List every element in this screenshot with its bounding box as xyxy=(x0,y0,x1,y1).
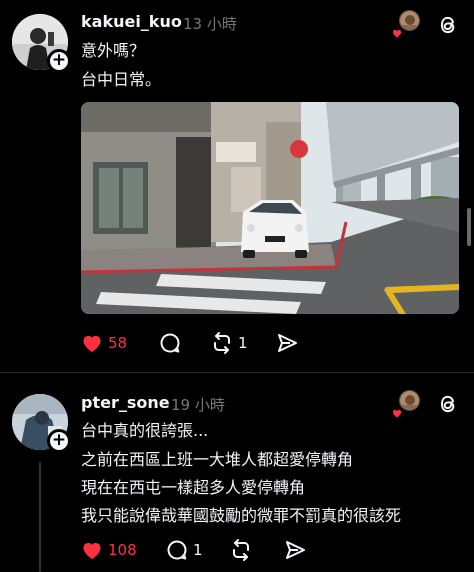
repost-count: 1 xyxy=(238,334,248,352)
share-icon xyxy=(286,541,305,559)
like-button[interactable]: 58 xyxy=(80,331,127,355)
comment-icon xyxy=(167,540,187,560)
thread-connector-line xyxy=(39,462,41,572)
scrollbar[interactable] xyxy=(467,208,471,246)
repost-button[interactable] xyxy=(229,538,253,562)
username[interactable]: pter_sone xyxy=(81,393,170,412)
comment-button[interactable] xyxy=(158,331,182,355)
post-text-line: 我只能說偉哉華國鼓勵的微罪不罰真的很該死 xyxy=(81,506,402,525)
threads-logo-icon[interactable] xyxy=(436,13,460,37)
liked-heart-icon xyxy=(391,28,403,39)
threads-logo-icon[interactable] xyxy=(436,392,460,416)
post-text-line: 台中真的很誇張... xyxy=(81,421,209,440)
repost-icon xyxy=(233,539,249,561)
post-kakuei-kuo: + kakuei_kuo 13 小時 意外嗎？ 台中日常。 58 1 xyxy=(0,0,474,372)
liker-avatar[interactable] xyxy=(390,390,420,420)
like-count: 58 xyxy=(108,334,128,352)
comment-button[interactable]: 1 xyxy=(165,538,203,562)
like-count: 108 xyxy=(108,541,137,559)
repost-icon xyxy=(214,332,230,354)
post-text-line: 意外嗎？ xyxy=(81,41,146,60)
username[interactable]: kakuei_kuo xyxy=(81,12,182,31)
post-text-line: 之前在西區上班一大堆人都超愛停轉角 xyxy=(81,450,354,469)
share-button[interactable] xyxy=(283,538,307,562)
comment-count: 1 xyxy=(193,541,203,559)
repost-button[interactable]: 1 xyxy=(210,331,248,355)
like-button[interactable]: 108 xyxy=(80,538,137,562)
post-text-line: 現在在西屯一樣超多人愛停轉角 xyxy=(81,478,306,497)
share-button[interactable] xyxy=(275,331,299,355)
follow-plus-button[interactable]: + xyxy=(47,429,71,453)
heart-icon xyxy=(83,335,101,352)
post-photo[interactable] xyxy=(81,102,459,314)
post-text-line: 台中日常。 xyxy=(81,70,162,89)
liked-heart-icon xyxy=(391,408,403,419)
timestamp: 13 小時 xyxy=(183,15,237,33)
liker-avatar[interactable] xyxy=(390,10,420,40)
heart-icon xyxy=(83,542,101,559)
post-pter-sone: + pter_sone 19 小時 台中真的很誇張... 之前在西區上班一大堆人… xyxy=(0,372,474,572)
comment-icon xyxy=(160,333,180,353)
share-icon xyxy=(278,334,297,352)
follow-plus-button[interactable]: + xyxy=(47,49,71,73)
timestamp: 19 小時 xyxy=(171,396,225,414)
